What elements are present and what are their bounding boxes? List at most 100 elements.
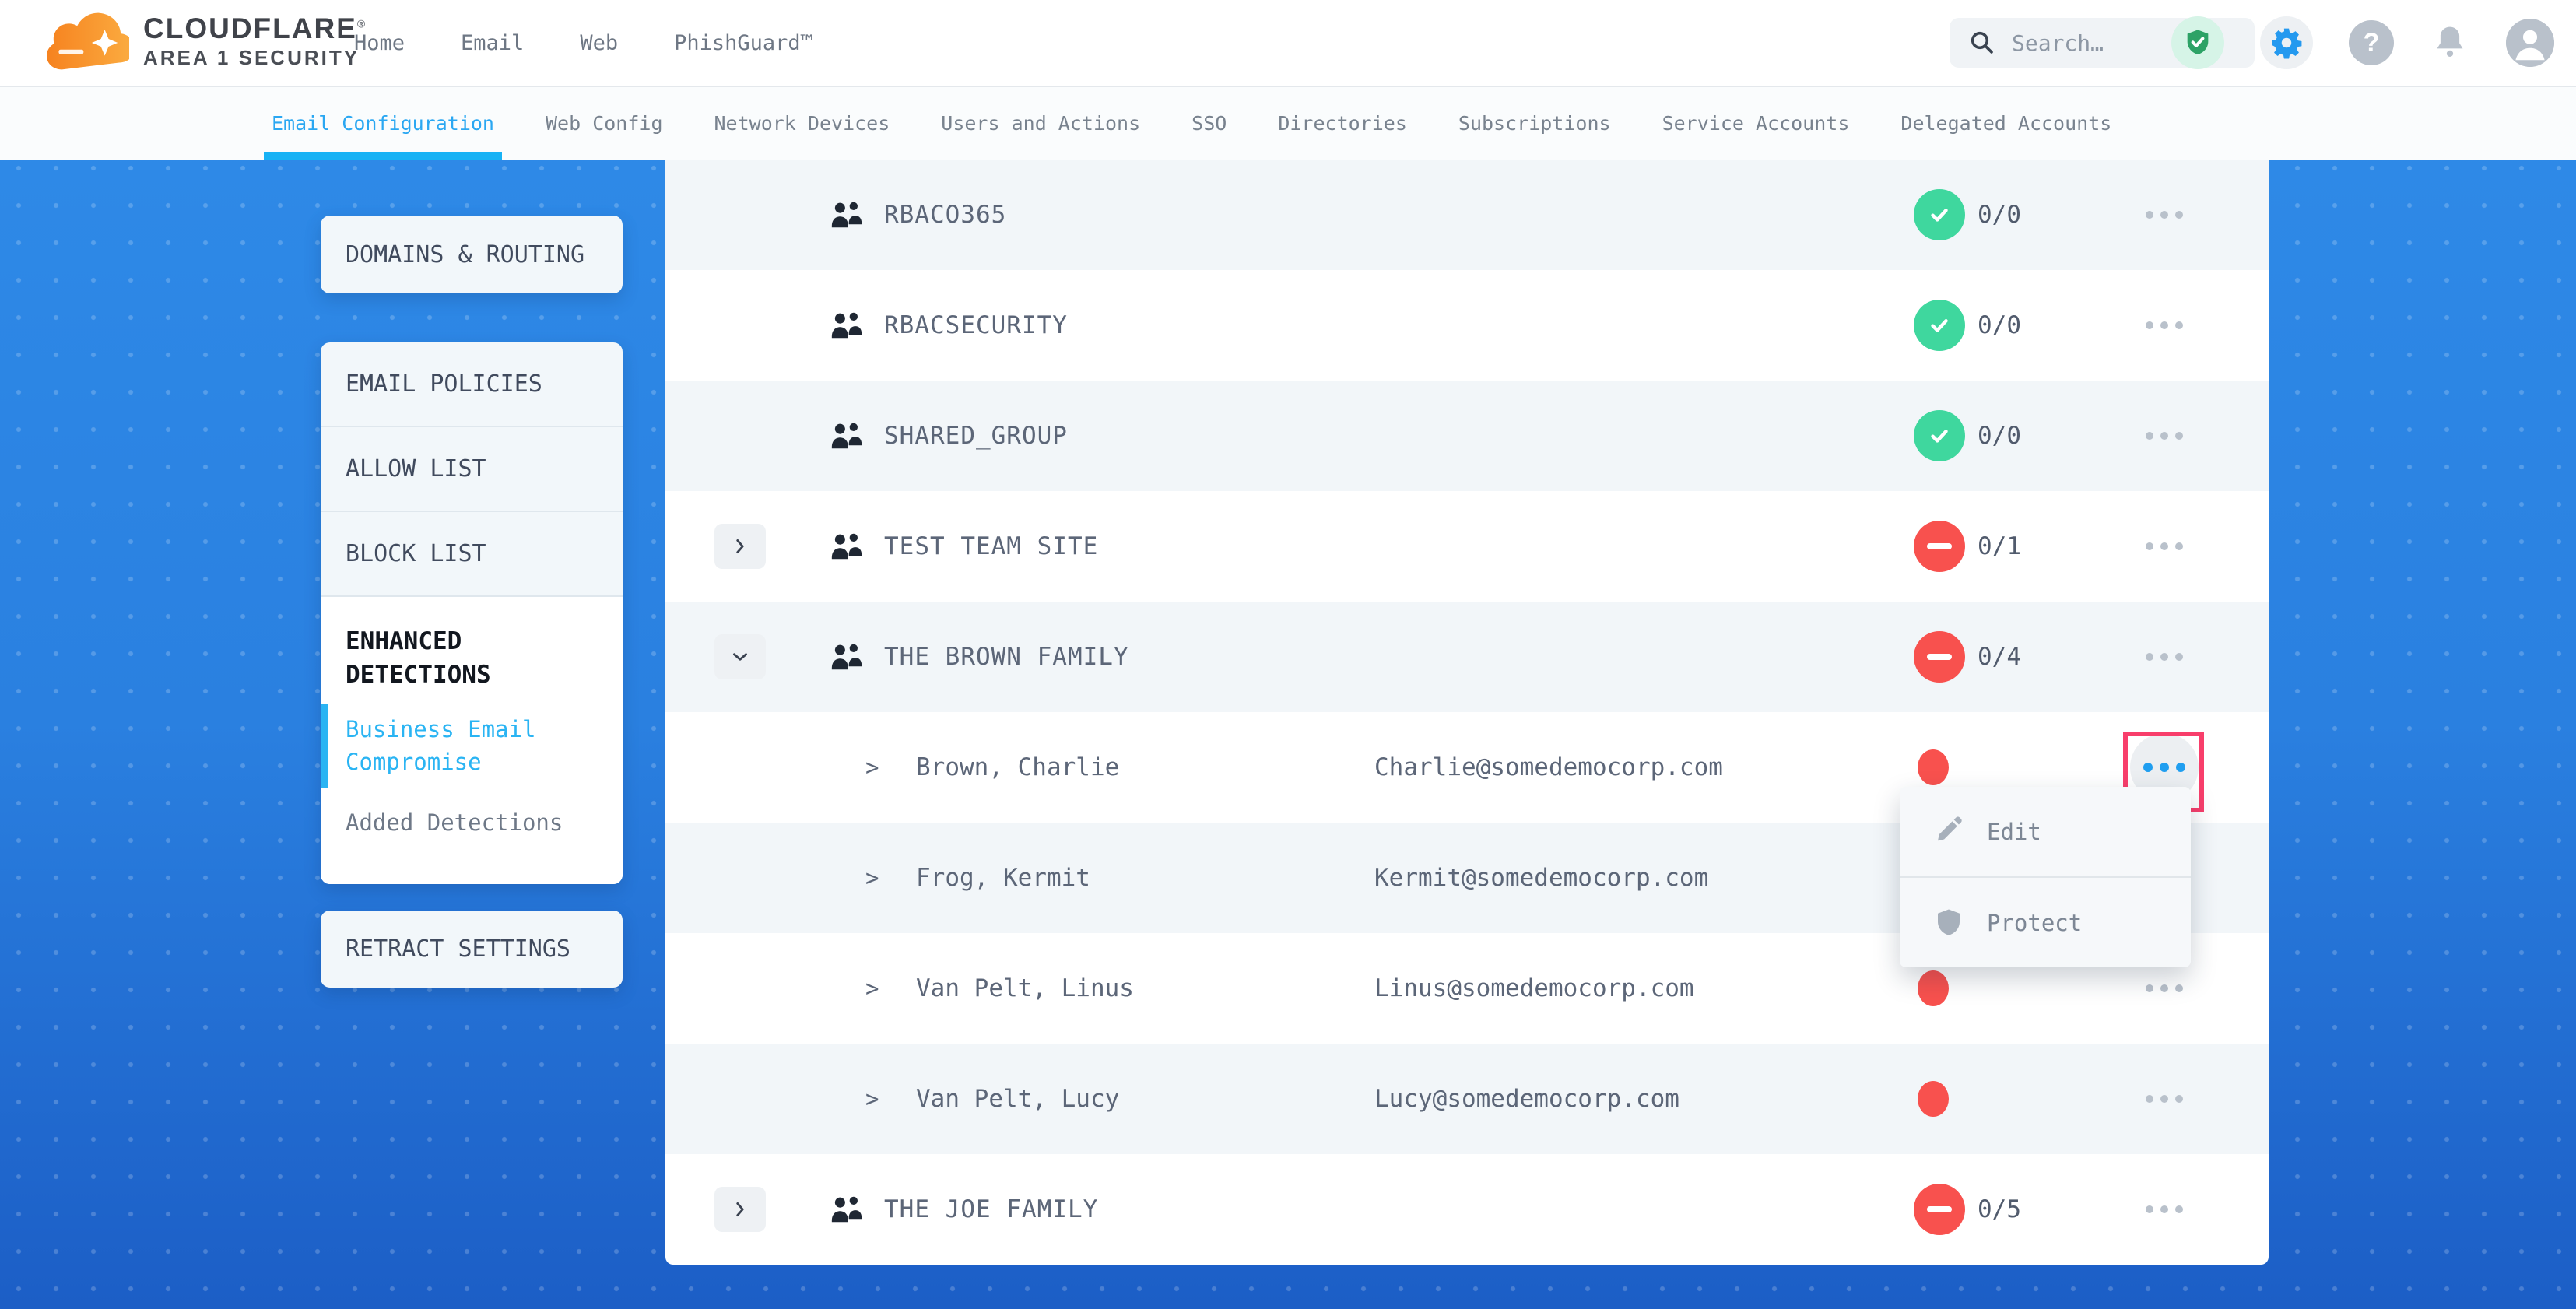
user-avatar-icon[interactable]	[2506, 19, 2554, 67]
notifications-bell-icon[interactable]	[2430, 23, 2470, 63]
nav-item-home[interactable]: Home	[354, 31, 405, 55]
menu-item-protect-label: Protect	[1987, 910, 2082, 936]
menu-item-edit-label: Edit	[1987, 819, 2041, 845]
user-chevron[interactable]: >	[865, 1086, 879, 1112]
active-indicator-bar	[321, 704, 328, 788]
top-header: CLOUDFLARE® AREA 1 SECURITY Home Email W…	[0, 0, 2576, 86]
pencil-icon	[1932, 816, 1965, 848]
row-actions-button[interactable]	[2129, 290, 2200, 361]
sidebar-label-bec: Business Email Compromise	[346, 716, 535, 775]
table-row[interactable]: RBACO365 0/0	[665, 160, 2269, 270]
minus-icon	[1927, 1206, 1952, 1212]
settings-gear-icon[interactable]	[2260, 16, 2313, 69]
protection-status-icon[interactable]	[2171, 16, 2224, 69]
table-row[interactable]: TEST TEAM SITE 0/1	[665, 491, 2269, 602]
tab-network-devices[interactable]: Network Devices	[714, 87, 890, 160]
nav-item-web[interactable]: Web	[580, 31, 618, 55]
header-icons: ?	[2171, 0, 2554, 86]
user-name: Brown, Charlie	[916, 753, 1119, 781]
expand-row-button[interactable]	[714, 524, 766, 569]
tab-service-accounts[interactable]: Service Accounts	[1662, 87, 1850, 160]
user-name: Van Pelt, Linus	[916, 974, 1134, 1002]
tab-directories[interactable]: Directories	[1278, 87, 1407, 160]
sidebar-item-business-email-compromise[interactable]: Business Email Compromise	[321, 699, 623, 792]
tab-subscriptions[interactable]: Subscriptions	[1458, 87, 1611, 160]
unprotected-dot	[1918, 1081, 1949, 1117]
user-chevron[interactable]: >	[865, 865, 879, 891]
config-tabs: Email Configuration Web Config Network D…	[0, 86, 2576, 160]
table-row[interactable]: SHARED_GROUP 0/0	[665, 381, 2269, 491]
sidebar-item-retract-settings[interactable]: RETRACT SETTINGS	[321, 911, 623, 988]
group-icon	[829, 531, 865, 562]
protected-count: 0/0	[1978, 422, 2021, 450]
row-actions-button[interactable]	[2129, 621, 2200, 693]
sidebar-label-retract-settings: RETRACT SETTINGS	[346, 935, 570, 963]
group-name: THE BROWN FAMILY	[884, 643, 1129, 671]
chevron-down-icon	[730, 647, 750, 667]
group-name: SHARED_GROUP	[884, 422, 1068, 450]
table-row[interactable]: RBACSECURITY 0/0	[665, 270, 2269, 381]
protected-count: 0/4	[1978, 643, 2021, 671]
user-name: Van Pelt, Lucy	[916, 1085, 1119, 1113]
group-icon	[829, 310, 865, 341]
group-name: THE JOE FAMILY	[884, 1195, 1098, 1223]
table-row[interactable]: THE JOE FAMILY 0/5	[665, 1154, 2269, 1265]
user-email: Kermit@somedemocorp.com	[1374, 864, 1708, 892]
tab-sso[interactable]: SSO	[1191, 87, 1227, 160]
group-name: RBACO365	[884, 201, 1006, 229]
main-nav: Home Email Web PhishGuard™	[354, 0, 813, 86]
group-name: TEST TEAM SITE	[884, 532, 1098, 560]
search-icon	[1968, 29, 1996, 57]
row-actions-button[interactable]	[2129, 511, 2200, 582]
menu-item-protect[interactable]: Protect	[1900, 876, 2191, 967]
nav-item-email[interactable]: Email	[461, 31, 524, 55]
protected-count: 0/0	[1978, 311, 2021, 339]
collapse-row-button[interactable]	[714, 634, 766, 679]
status-ok-badge	[1914, 410, 1965, 461]
sidebar-item-allow-list[interactable]: ALLOW LIST	[321, 427, 623, 512]
protected-count: 0/1	[1978, 532, 2021, 560]
sidebar-label-email-policies: EMAIL POLICIES	[346, 370, 542, 398]
unprotected-dot	[1918, 970, 1949, 1006]
status-blocked-badge	[1914, 631, 1965, 683]
status-ok-badge	[1914, 189, 1965, 240]
tab-email-configuration[interactable]: Email Configuration	[272, 87, 494, 160]
cloudflare-logo: CLOUDFLARE® AREA 1 SECURITY	[45, 9, 367, 73]
unprotected-dot	[1918, 749, 1949, 785]
row-actions-button[interactable]	[2129, 1063, 2200, 1135]
tab-web-config[interactable]: Web Config	[546, 87, 663, 160]
protected-count: 0/5	[1978, 1195, 2021, 1223]
sidebar-label-allow-list: ALLOW LIST	[346, 455, 486, 483]
help-glyph: ?	[2364, 28, 2380, 58]
tab-users-and-actions[interactable]: Users and Actions	[941, 87, 1140, 160]
sidebar-label-added-detections: Added Detections	[346, 809, 563, 836]
tab-delegated-accounts[interactable]: Delegated Accounts	[1900, 87, 2111, 160]
row-actions-button[interactable]	[2129, 400, 2200, 472]
status-ok-badge	[1914, 300, 1965, 351]
user-chevron[interactable]: >	[865, 754, 879, 781]
user-email: Lucy@somedemocorp.com	[1374, 1085, 1679, 1113]
row-actions-button[interactable]	[2129, 179, 2200, 251]
expand-row-button[interactable]	[714, 1187, 766, 1232]
sidebar-item-block-list[interactable]: BLOCK LIST	[321, 512, 623, 597]
row-actions-button[interactable]	[2129, 1174, 2200, 1245]
table-row[interactable]: > Van Pelt, Lucy Lucy@somedemocorp.com	[665, 1044, 2269, 1154]
group-name: RBACSECURITY	[884, 311, 1068, 339]
nav-item-phishguard[interactable]: PhishGuard™	[674, 31, 813, 55]
menu-item-edit[interactable]: Edit	[1900, 787, 2191, 876]
sidebar-item-added-detections[interactable]: Added Detections	[321, 792, 623, 853]
sidebar-section-enhanced-detections: ENHANCED DETECTIONS Business Email Compr…	[321, 597, 623, 884]
group-icon	[829, 199, 865, 230]
sidebar-item-domains-routing[interactable]: DOMAINS & ROUTING	[321, 216, 623, 293]
user-chevron[interactable]: >	[865, 975, 879, 1002]
status-blocked-badge	[1914, 1184, 1965, 1235]
sidebar-policies-card: EMAIL POLICIES ALLOW LIST BLOCK LIST ENH…	[321, 342, 623, 884]
minus-icon	[1927, 543, 1952, 549]
minus-icon	[1927, 654, 1952, 660]
sidebar-item-enhanced-detections[interactable]: ENHANCED DETECTIONS	[321, 597, 623, 699]
user-name: Frog, Kermit	[916, 864, 1090, 892]
group-icon	[829, 1194, 865, 1225]
sidebar-item-email-policies[interactable]: EMAIL POLICIES	[321, 342, 623, 427]
table-row[interactable]: THE BROWN FAMILY 0/4	[665, 602, 2269, 712]
help-icon[interactable]: ?	[2349, 20, 2394, 65]
